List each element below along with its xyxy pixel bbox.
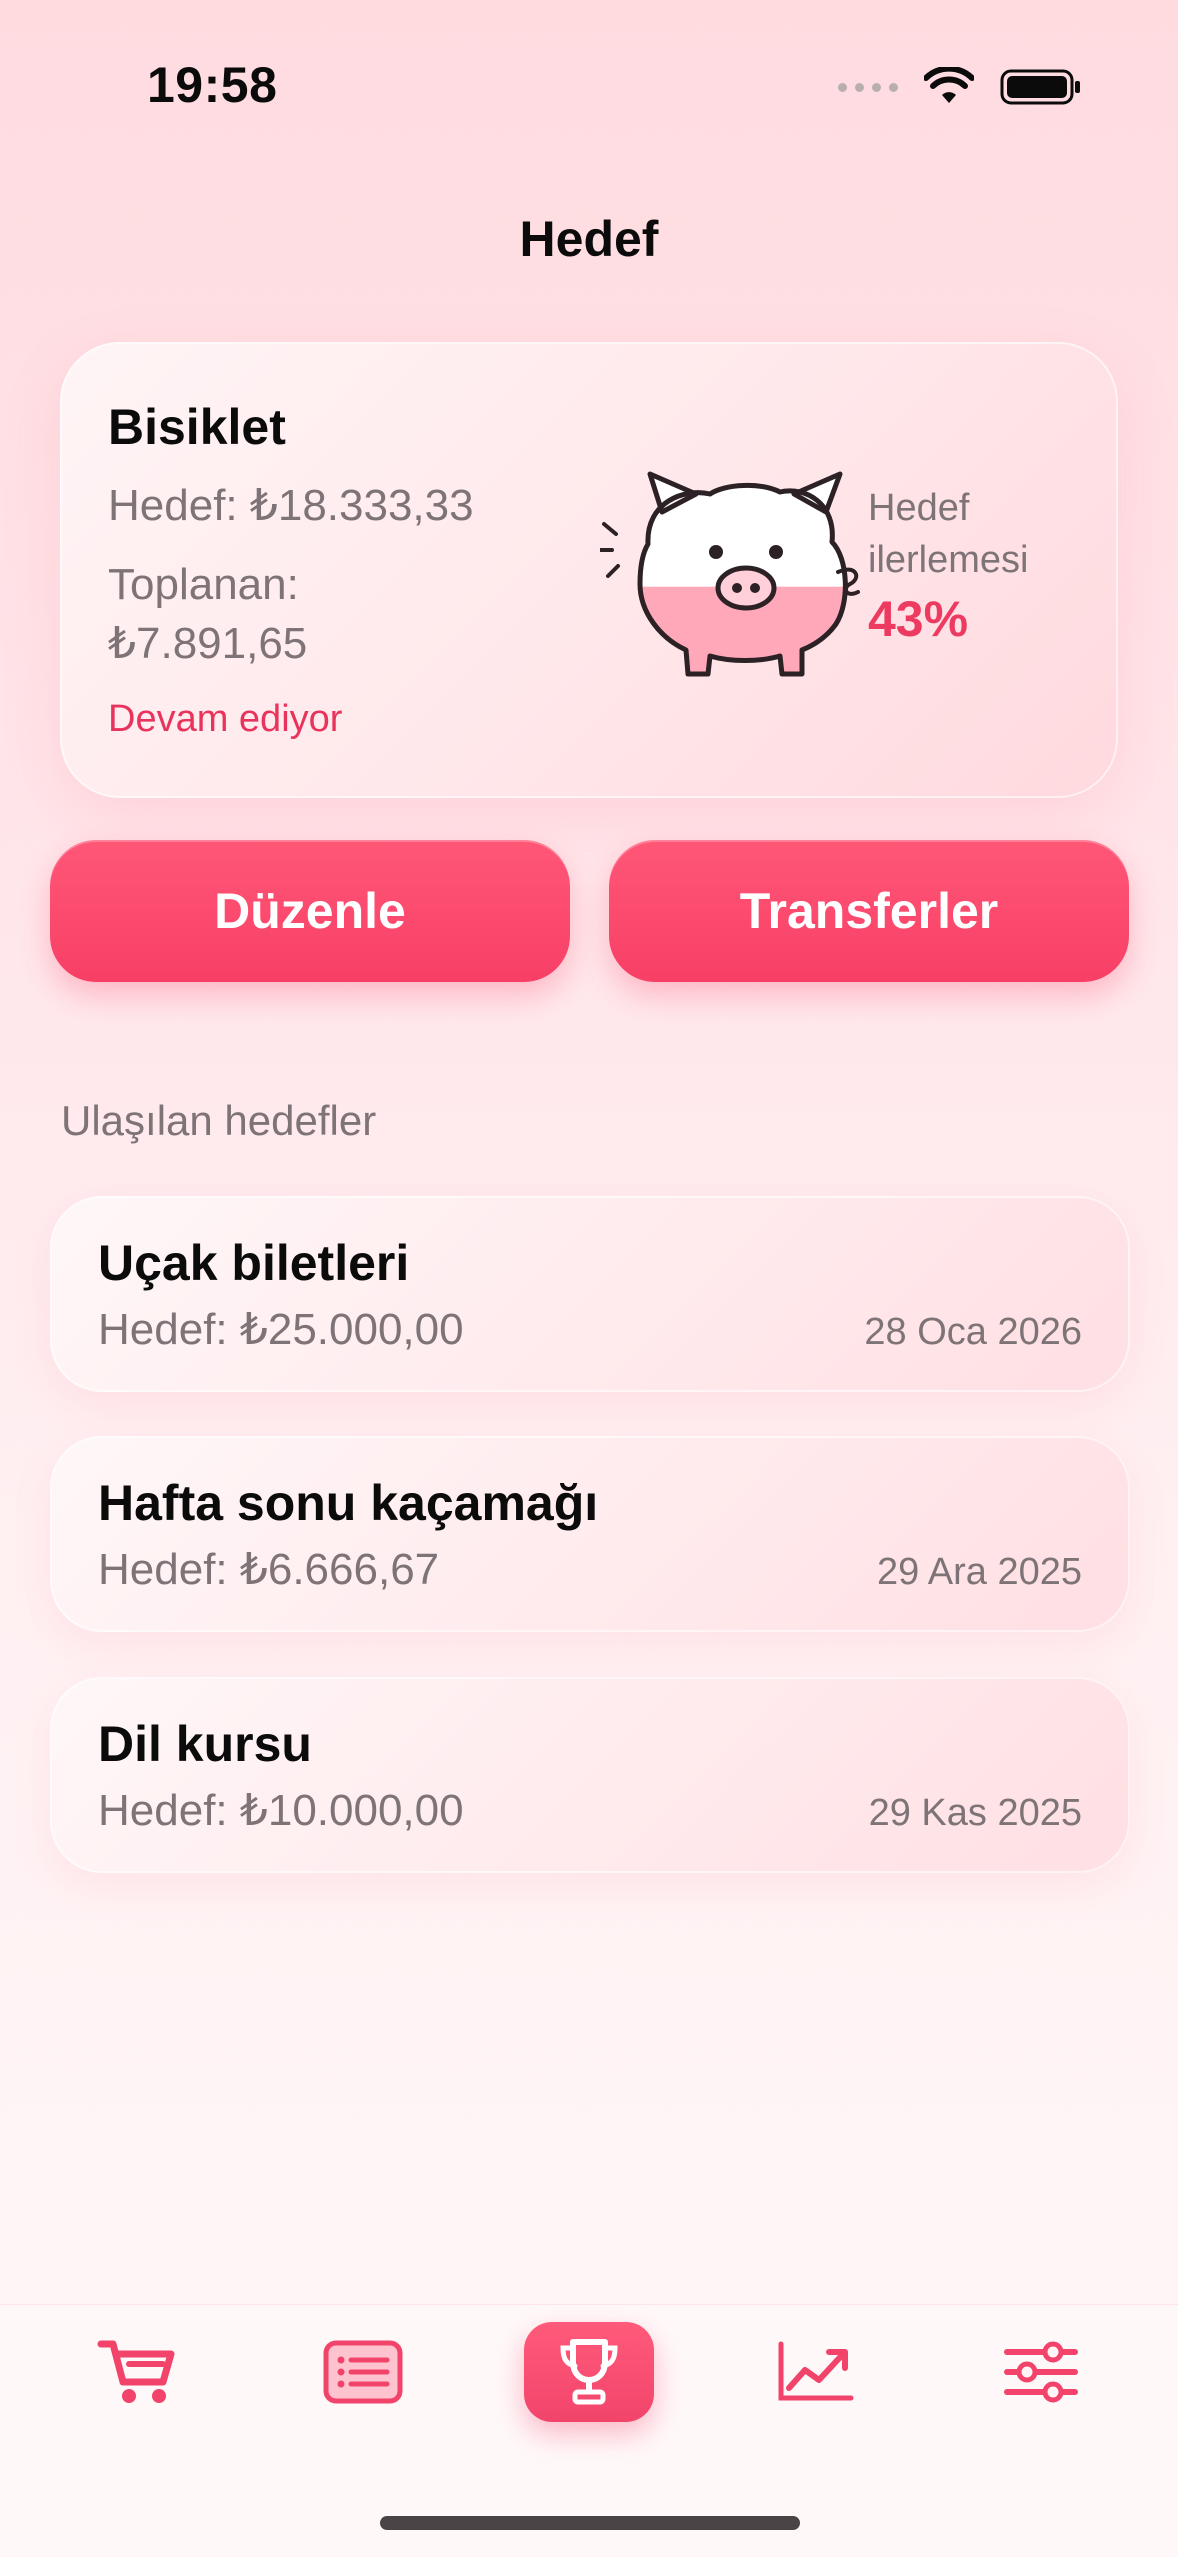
cart-icon (97, 2340, 175, 2403)
goal-progress-label: Hedef ilerlemesi (868, 487, 1029, 581)
cellular-signal-icon (838, 82, 898, 92)
goal-name: Bisiklet (108, 399, 286, 455)
completed-goal-name: Hafta sonu kaçamağı (98, 1475, 599, 1531)
completed-goals-heading: Ulaşılan hedefler (61, 1097, 377, 1144)
completed-goal-name: Uçak biletleri (98, 1235, 410, 1291)
transfers-button[interactable]: Transferler (609, 840, 1129, 982)
goal-progress-percent: 43% (868, 591, 969, 647)
completed-goal-target: Hedef: ₺6.666,67 (98, 1545, 440, 1594)
battery-icon (1000, 69, 1080, 105)
page-title: Hedef (519, 211, 659, 267)
completed-goal-date: 28 Oca 2026 (864, 1311, 1082, 1353)
trophy-icon (560, 2339, 618, 2405)
goal-target-amount: Hedef: ₺18.333,33 (108, 481, 474, 530)
goal-collected-amount: ₺7.891,65 (108, 619, 308, 668)
tab-stats[interactable] (750, 2322, 880, 2422)
completed-goal-date: 29 Kas 2025 (868, 1792, 1082, 1834)
completed-goal-date: 29 Ara 2025 (877, 1551, 1082, 1593)
completed-goal-target: Hedef: ₺10.000,00 (98, 1786, 464, 1835)
status-time: 19:58 (147, 57, 278, 113)
active-goal-card[interactable]: Bisiklet Hedef: ₺18.333,33 Toplanan: ₺7.… (60, 342, 1118, 798)
tab-goals[interactable] (524, 2322, 654, 2422)
tab-list[interactable] (298, 2322, 428, 2422)
completed-goal-item[interactable]: Hafta sonu kaçamağı Hedef: ₺6.666,67 29 … (50, 1436, 1130, 1632)
chart-line-icon (778, 2341, 854, 2401)
completed-goal-item[interactable]: Uçak biletleri Hedef: ₺25.000,00 28 Oca … (50, 1196, 1130, 1392)
sliders-icon (1004, 2341, 1078, 2403)
wifi-icon (924, 67, 974, 103)
goal-status: Devam ediyor (108, 698, 343, 740)
home-indicator (380, 2516, 800, 2530)
completed-goal-name: Dil kursu (98, 1716, 312, 1772)
status-indicators (838, 62, 1082, 112)
goal-collected-label: Toplanan: (108, 560, 299, 609)
edit-button[interactable]: Düzenle (50, 840, 570, 982)
completed-goal-item[interactable]: Dil kursu Hedef: ₺10.000,00 29 Kas 2025 (50, 1677, 1130, 1873)
completed-goal-target: Hedef: ₺25.000,00 (98, 1305, 464, 1354)
tab-settings[interactable] (976, 2322, 1106, 2422)
list-icon (323, 2340, 403, 2404)
piggy-bank-icon (600, 471, 860, 677)
tab-cart[interactable] (72, 2322, 202, 2422)
